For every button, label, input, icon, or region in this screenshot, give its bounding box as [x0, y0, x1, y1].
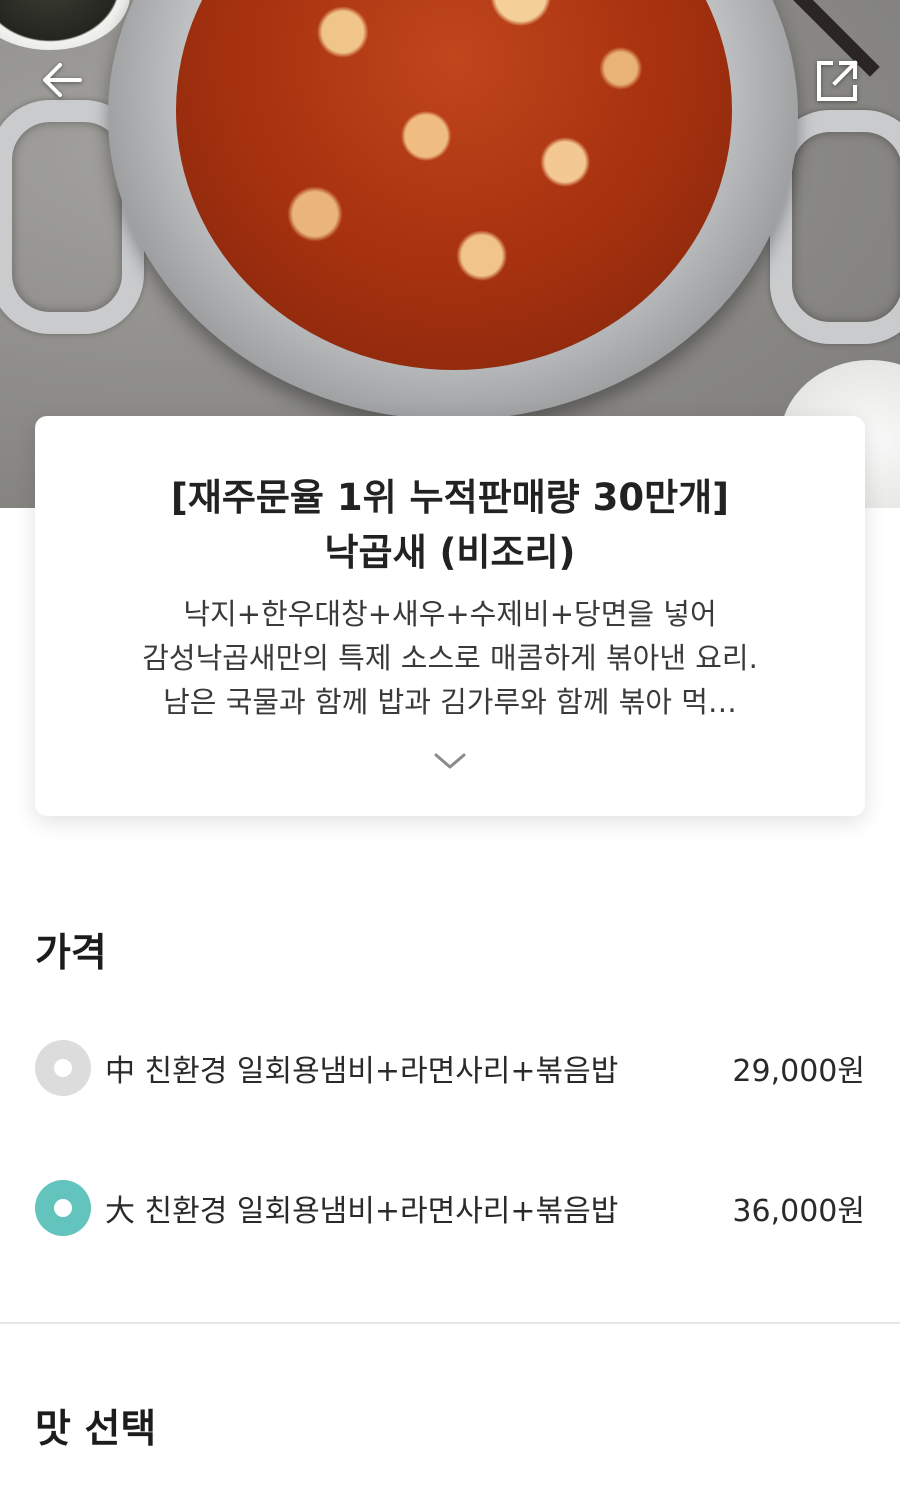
chevron-down-icon — [434, 753, 466, 769]
product-title: [재주문율 1위 누적판매량 30만개] 낙곱새 (비조리) — [55, 470, 845, 580]
product-description-line2: 감성낙곱새만의 특제 소스로 매콤하게 볶아낸 요리. — [142, 641, 758, 675]
radio-button-selected[interactable] — [35, 1180, 91, 1236]
product-info-card: [재주문율 1위 누적판매량 30만개] 낙곱새 (비조리) 낙지+한우대창+새… — [35, 416, 865, 816]
share-button[interactable] — [810, 52, 866, 108]
product-description-line3: 남은 국물과 함께 밥과 김가루와 함께 볶아 먹… — [163, 685, 737, 719]
product-title-line2: 낙곱새 (비조리) — [324, 531, 576, 574]
product-title-line1: [재주문율 1위 누적판매량 30만개] — [170, 476, 730, 519]
product-description: 낙지+한우대창+새우+수제비+당면을 넣어 감성낙곱새만의 특제 소스로 매콤하… — [65, 592, 835, 724]
price-option-medium[interactable]: 中 친환경 일회용냄비+라면사리+볶음밥 29,000원 — [35, 1038, 865, 1098]
product-description-line1: 낙지+한우대창+새우+수제비+당면을 넣어 — [183, 597, 717, 631]
radio-button-unselected[interactable] — [35, 1040, 91, 1096]
price-option-large[interactable]: 大 친환경 일회용냄비+라면사리+볶음밥 36,000원 — [35, 1178, 865, 1238]
price-option-label: 中 친환경 일회용냄비+라면사리+볶음밥 — [105, 1054, 619, 1089]
price-option-price: 29,000원 — [732, 1054, 865, 1089]
share-external-icon — [817, 60, 858, 101]
price-option-price: 36,000원 — [732, 1194, 865, 1229]
section-divider — [0, 1322, 900, 1324]
expand-description-button[interactable] — [430, 746, 470, 776]
radio-dot — [54, 1059, 72, 1077]
back-button[interactable] — [34, 52, 90, 108]
price-option-label: 大 친환경 일회용냄비+라면사리+볶음밥 — [105, 1194, 619, 1229]
taste-heading: 맛 선택 — [35, 1407, 157, 1452]
back-arrow-icon — [43, 63, 82, 97]
radio-dot — [54, 1199, 72, 1217]
price-heading: 가격 — [35, 931, 107, 976]
